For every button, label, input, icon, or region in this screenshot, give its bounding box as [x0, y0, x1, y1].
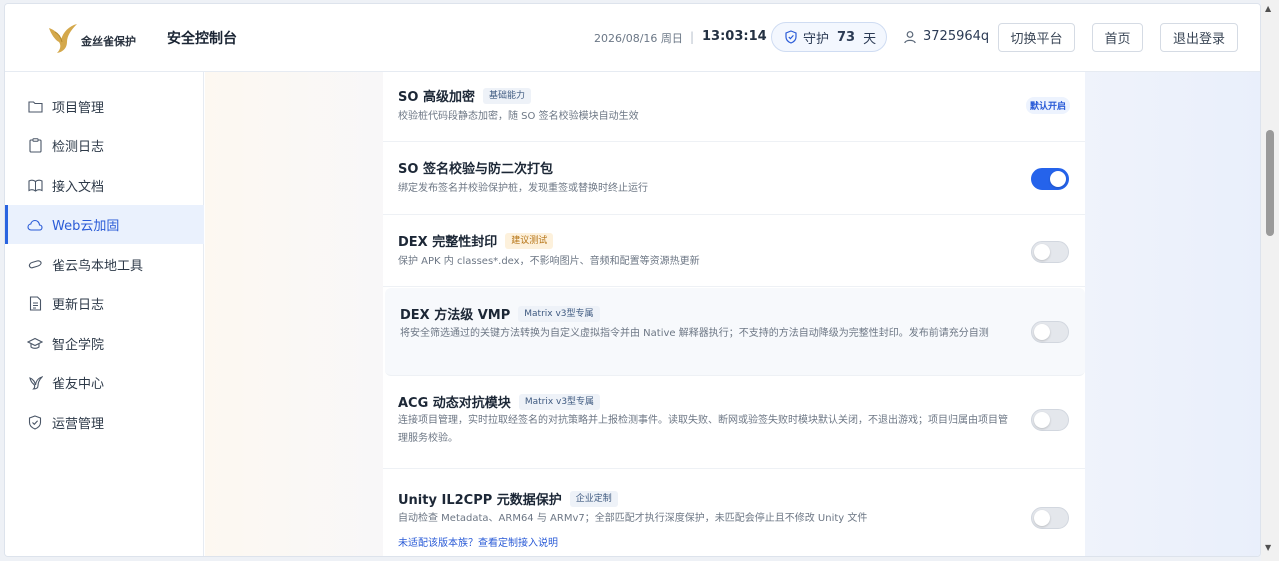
toggle-knob [1034, 412, 1050, 428]
sidebar-item-operations[interactable]: 运营管理 [5, 403, 204, 442]
acg-toggle[interactable] [1031, 409, 1069, 431]
logout-button[interactable]: 退出登录 [1160, 23, 1238, 52]
feature-description: 校验桩代码段静态加密，随 SO 签名校验模块自动生效 [398, 111, 639, 122]
sidebar-item-label: 雀云鸟本地工具 [52, 259, 144, 274]
feature-list: SO 高级加密 基础能力 校验桩代码段静态加密，随 SO 签名校验模块自动生效 … [383, 72, 1085, 556]
feature-row-acg: ACG 动态对抗模块 Matrix v3型专属 连接项目管理，实时拉取经签名的对… [383, 377, 1085, 469]
guard-prefix: 守护 [803, 31, 830, 47]
feature-tag: Matrix v3型专属 [518, 305, 600, 322]
feature-title: DEX 方法级 VMP Matrix v3型专属 [400, 304, 600, 323]
document-icon [27, 296, 43, 312]
toggle-knob [1034, 244, 1050, 260]
custom-integration-link[interactable]: 未适配该版本族？查看定制接入说明 [398, 534, 558, 549]
feature-row-dex-integrity: DEX 完整性封印 建议测试 保护 APK 内 classes*.dex，不影响… [383, 215, 1085, 287]
toggle-knob [1034, 324, 1050, 340]
cloud-icon [27, 217, 43, 233]
sidebar-item-label: Web云加固 [52, 219, 120, 234]
switch-platform-button[interactable]: 切换平台 [998, 23, 1075, 52]
sidebar-item-label: 雀友中心 [52, 377, 105, 392]
sidebar-item-changelog[interactable]: 更新日志 [5, 284, 204, 323]
sidebar-item-project-management[interactable]: 项目管理 [5, 87, 204, 126]
shield-check-icon [27, 415, 43, 431]
sidebar-item-web-cloud-hardening[interactable]: Web云加固 [5, 205, 204, 244]
feature-title: SO 高级加密 基础能力 [398, 86, 531, 105]
date-display: 2026/08/16 周日 [594, 32, 683, 45]
link-icon [27, 257, 43, 273]
feature-description: 保护 APK 内 classes*.dex，不影响图片、音频和配置等资源热更新 [398, 256, 700, 267]
feature-description: 绑定发布签名并校验保护桩，发现重签或替换时终止运行 [398, 183, 648, 194]
feature-tag: 基础能力 [482, 87, 531, 104]
feature-title: ACG 动态对抗模块 Matrix v3型专属 [398, 392, 601, 411]
sidebar-item-label: 检测日志 [52, 140, 105, 155]
feature-title: Unity IL2CPP 元数据保护 企业定制 [398, 489, 618, 508]
scroll-down-arrow-icon[interactable]: ▼ [1265, 543, 1271, 552]
header-separator: | [690, 30, 695, 44]
sidebar-item-detection-log[interactable]: 检测日志 [5, 126, 204, 165]
feature-title-text: ACG 动态对抗模块 [398, 396, 511, 411]
unity-il2cpp-toggle[interactable] [1031, 507, 1069, 529]
guard-suffix: 天 [863, 31, 877, 47]
feature-row-dex-vmp: DEX 方法级 VMP Matrix v3型专属 将安全筛选通过的关键方法转换为… [385, 288, 1085, 376]
sidebar-item-academy[interactable]: 智企学院 [5, 324, 204, 363]
sidebar-item-label: 更新日志 [52, 298, 105, 313]
toggle-knob [1034, 510, 1050, 526]
sidebar-item-access-docs[interactable]: 接入文档 [5, 166, 204, 205]
feature-title-text: DEX 完整性封印 [398, 235, 498, 250]
user-icon [904, 30, 916, 43]
feature-tag: 企业定制 [569, 490, 618, 507]
feature-title-text: DEX 方法级 VMP [400, 308, 511, 323]
book-icon [27, 178, 43, 194]
feature-tag: Matrix v3型专属 [518, 393, 601, 410]
feature-description: 将安全筛选通过的关键方法转换为自定义虚拟指令并由 Native 解释器执行；不支… [400, 328, 989, 339]
time-display: 13:03:14 [702, 29, 767, 44]
feature-description: 连接项目管理，实时拉取经签名的对抗策略并上报检测事件。读取失败、断网或验签失败时… [398, 415, 1008, 444]
guard-days-badge: 守护 73 天 [771, 22, 887, 52]
sidebar-item-community-center[interactable]: 雀友中心 [5, 363, 204, 402]
feature-title-text: SO 高级加密 [398, 90, 475, 105]
sidebar-item-label: 项目管理 [52, 101, 105, 116]
dex-integrity-toggle[interactable] [1031, 241, 1069, 263]
bird-icon [27, 375, 43, 391]
sidebar-item-label: 运营管理 [52, 417, 105, 432]
default-on-badge: 默认开启 [1026, 97, 1071, 114]
canary-logo-icon [49, 24, 77, 53]
feature-row-so-signature: SO 签名校验与防二次打包 绑定发布签名并校验保护桩，发现重签或替换时终止运行 [383, 142, 1085, 215]
scroll-up-arrow-icon[interactable]: ▲ [1265, 4, 1271, 13]
brand-logo[interactable]: 金丝雀保护 [45, 20, 136, 60]
username: 3725964q [923, 29, 990, 44]
clipboard-icon [27, 138, 43, 154]
feature-title: DEX 完整性封印 建议测试 [398, 231, 554, 250]
sidebar-item-label: 接入文档 [52, 180, 105, 195]
user-account[interactable]: 3725964q [903, 29, 989, 44]
toggle-knob [1050, 171, 1066, 187]
home-button[interactable]: 首页 [1092, 23, 1143, 52]
feature-tag: 建议测试 [505, 232, 554, 249]
sidebar-item-local-tool[interactable]: 雀云鸟本地工具 [5, 245, 204, 284]
sidebar-item-label: 智企学院 [52, 338, 105, 353]
graduation-cap-icon [27, 336, 43, 352]
feature-row-so-encryption: SO 高级加密 基础能力 校验桩代码段静态加密，随 SO 签名校验模块自动生效 … [383, 72, 1085, 142]
page-scrollbar[interactable]: ▲ ▼ [1261, 0, 1279, 561]
folder-icon [27, 99, 43, 115]
so-signature-toggle[interactable] [1031, 168, 1069, 190]
scroll-thumb[interactable] [1266, 130, 1274, 236]
feature-title-text: Unity IL2CPP 元数据保护 [398, 493, 562, 508]
sidebar: 项目管理 检测日志 接入文档 Web云加固 雀云鸟本地工具 更新日志 智企学院 … [5, 72, 204, 556]
feature-description: 自动检查 Metadata、ARM64 与 ARMv7；全部匹配才执行深度保护，… [398, 513, 868, 524]
shield-icon [785, 30, 797, 44]
top-header: 金丝雀保护 安全控制台 2026/08/16 周日 | 13:03:14 守护 … [5, 4, 1260, 72]
feature-row-unity-il2cpp: Unity IL2CPP 元数据保护 企业定制 自动检查 Metadata、AR… [383, 469, 1085, 556]
logo-text: 金丝雀保护 [81, 35, 136, 48]
feature-title-text: SO 签名校验与防二次打包 [398, 162, 553, 177]
dex-vmp-toggle[interactable] [1031, 321, 1069, 343]
console-title: 安全控制台 [167, 31, 237, 47]
feature-title: SO 签名校验与防二次打包 [398, 158, 553, 177]
guard-days-count: 73 [837, 29, 856, 45]
app-window: 金丝雀保护 安全控制台 2026/08/16 周日 | 13:03:14 守护 … [4, 3, 1261, 557]
